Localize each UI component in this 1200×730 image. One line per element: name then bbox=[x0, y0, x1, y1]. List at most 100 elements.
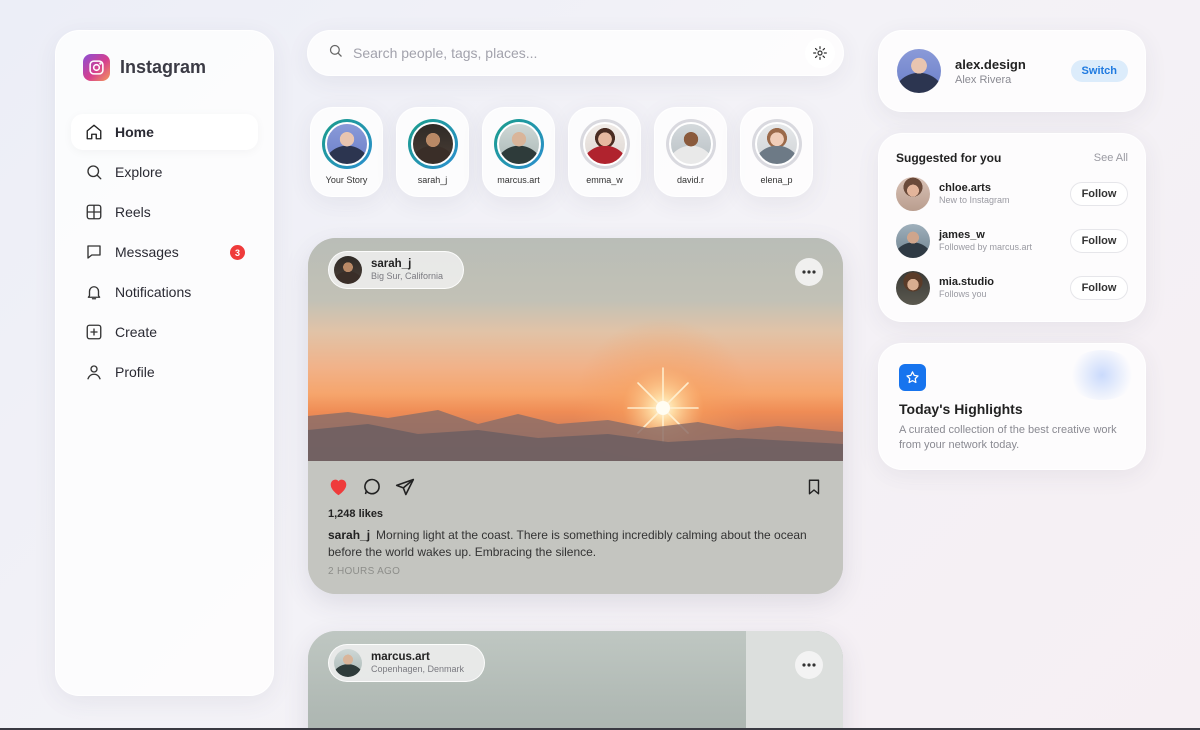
suggestion-username[interactable]: james_w bbox=[939, 229, 1032, 242]
story-your-story[interactable]: Your Story bbox=[310, 107, 383, 197]
story-label: sarah_j bbox=[417, 175, 448, 185]
post-author[interactable]: sarah_j Big Sur, California bbox=[328, 251, 465, 289]
suggestion-username[interactable]: chloe.arts bbox=[939, 182, 1010, 195]
caption-text: Morning light at the coast. There is som… bbox=[328, 528, 807, 559]
suggestion-item: james_w Followed by marcus.art Follow bbox=[896, 223, 1128, 259]
sidebar: Instagram Home Explore Reels Messages 3 … bbox=[55, 30, 274, 696]
suggestion-username[interactable]: mia.studio bbox=[939, 276, 994, 289]
home-icon bbox=[85, 123, 103, 141]
nav-label-home: Home bbox=[115, 124, 154, 140]
more-horizontal-icon bbox=[802, 663, 816, 667]
post-more-button[interactable] bbox=[795, 258, 823, 286]
post-location: Copenhagen, Denmark bbox=[371, 664, 465, 674]
switch-account-button[interactable]: Switch bbox=[1070, 60, 1128, 82]
avatar[interactable] bbox=[896, 177, 930, 211]
bookmark-icon bbox=[808, 479, 820, 494]
brand-name: Instagram bbox=[120, 56, 207, 77]
decorative-glow bbox=[1067, 350, 1137, 400]
story-sarah-j[interactable]: sarah_j bbox=[396, 107, 469, 197]
user-icon bbox=[85, 363, 103, 381]
avatar bbox=[334, 649, 362, 677]
suggestion-item: mia.studio Follows you Follow bbox=[896, 270, 1128, 306]
search-icon bbox=[328, 43, 343, 63]
nav-item-messages[interactable]: Messages 3 bbox=[71, 234, 258, 270]
nav-label-reels: Reels bbox=[115, 204, 151, 220]
search-icon bbox=[85, 163, 103, 181]
avatar bbox=[324, 122, 369, 166]
save-button[interactable] bbox=[805, 477, 823, 502]
nav-label-notifications: Notifications bbox=[115, 284, 192, 300]
avatar bbox=[334, 256, 362, 284]
avatar[interactable] bbox=[897, 49, 941, 93]
search-bar bbox=[307, 30, 844, 76]
main-nav: Home Explore Reels Messages 3 Notificati… bbox=[71, 114, 258, 390]
suggestions-panel: Suggested for you See All chloe.arts New… bbox=[878, 133, 1146, 322]
story-label: Your Story bbox=[325, 175, 368, 185]
story-ring bbox=[493, 119, 544, 169]
plus-square-icon bbox=[85, 323, 103, 341]
follow-button[interactable]: Follow bbox=[1070, 276, 1128, 300]
stories-row: Your Story sarah_j marcus.art emma_w dav… bbox=[310, 107, 813, 197]
reels-icon bbox=[85, 203, 103, 221]
story-label: david.r bbox=[676, 175, 704, 185]
nav-label-messages: Messages bbox=[115, 244, 179, 260]
profile-handle[interactable]: alex.design bbox=[955, 57, 1026, 72]
nav-label-explore: Explore bbox=[115, 164, 163, 180]
more-horizontal-icon bbox=[802, 270, 816, 274]
like-button[interactable] bbox=[328, 477, 349, 501]
post-more-button[interactable] bbox=[795, 651, 823, 679]
post-image-edge bbox=[746, 631, 843, 730]
suggestions-title: Suggested for you bbox=[896, 151, 1002, 165]
story-marcus-art[interactable]: marcus.art bbox=[482, 107, 555, 197]
settings-gear-button[interactable] bbox=[805, 38, 835, 68]
messages-badge: 3 bbox=[230, 245, 245, 260]
brand[interactable]: Instagram bbox=[71, 51, 258, 81]
star-icon bbox=[899, 364, 926, 391]
story-ring bbox=[407, 119, 458, 169]
message-icon bbox=[85, 243, 103, 261]
instagram-logo-icon bbox=[83, 53, 110, 81]
post-actions bbox=[328, 478, 823, 500]
avatar[interactable] bbox=[896, 224, 930, 258]
nav-item-home[interactable]: Home bbox=[71, 114, 258, 150]
nav-item-profile[interactable]: Profile bbox=[71, 354, 258, 390]
highlights-card[interactable]: Today's Highlights A curated collection … bbox=[878, 343, 1146, 470]
story-ring bbox=[579, 119, 630, 169]
avatar bbox=[410, 122, 455, 166]
story-david-r[interactable]: david.r bbox=[654, 107, 727, 197]
see-all-link[interactable]: See All bbox=[1094, 152, 1128, 164]
search-input[interactable] bbox=[353, 45, 805, 61]
profile-name: Alex Rivera bbox=[955, 73, 1012, 86]
suggestion-subtitle: New to Instagram bbox=[939, 195, 1010, 205]
highlights-title: Today's Highlights bbox=[899, 401, 1023, 417]
nav-label-profile: Profile bbox=[115, 364, 155, 380]
nav-item-notifications[interactable]: Notifications bbox=[71, 274, 258, 310]
heart-icon bbox=[330, 479, 347, 496]
gear-icon bbox=[813, 46, 827, 60]
send-icon bbox=[395, 478, 415, 495]
story-label: marcus.art bbox=[497, 175, 540, 185]
post-username: sarah_j bbox=[371, 258, 412, 270]
share-button[interactable] bbox=[395, 477, 415, 502]
suggestion-subtitle: Follows you bbox=[939, 289, 987, 299]
follow-button[interactable]: Follow bbox=[1070, 229, 1128, 253]
comment-icon bbox=[364, 478, 380, 494]
caption-username[interactable]: sarah_j bbox=[328, 528, 370, 542]
story-ring bbox=[321, 119, 372, 169]
story-elena-p[interactable]: elena_p bbox=[740, 107, 813, 197]
feed-post: marcus.art Copenhagen, Denmark bbox=[308, 631, 843, 730]
nav-item-create[interactable]: Create bbox=[71, 314, 258, 350]
avatar bbox=[668, 122, 713, 166]
follow-button[interactable]: Follow bbox=[1070, 182, 1128, 206]
story-label: emma_w bbox=[586, 175, 623, 185]
avatar[interactable] bbox=[896, 271, 930, 305]
story-emma-w[interactable]: emma_w bbox=[568, 107, 641, 197]
nav-item-reels[interactable]: Reels bbox=[71, 194, 258, 230]
comment-button[interactable] bbox=[362, 477, 382, 502]
avatar bbox=[496, 122, 541, 166]
avatar bbox=[754, 122, 799, 166]
nav-item-explore[interactable]: Explore bbox=[71, 154, 258, 190]
post-author[interactable]: marcus.art Copenhagen, Denmark bbox=[328, 644, 486, 682]
feed-post: sarah_j Big Sur, California 1,248 likes … bbox=[308, 238, 843, 594]
post-location: Big Sur, California bbox=[371, 271, 444, 281]
